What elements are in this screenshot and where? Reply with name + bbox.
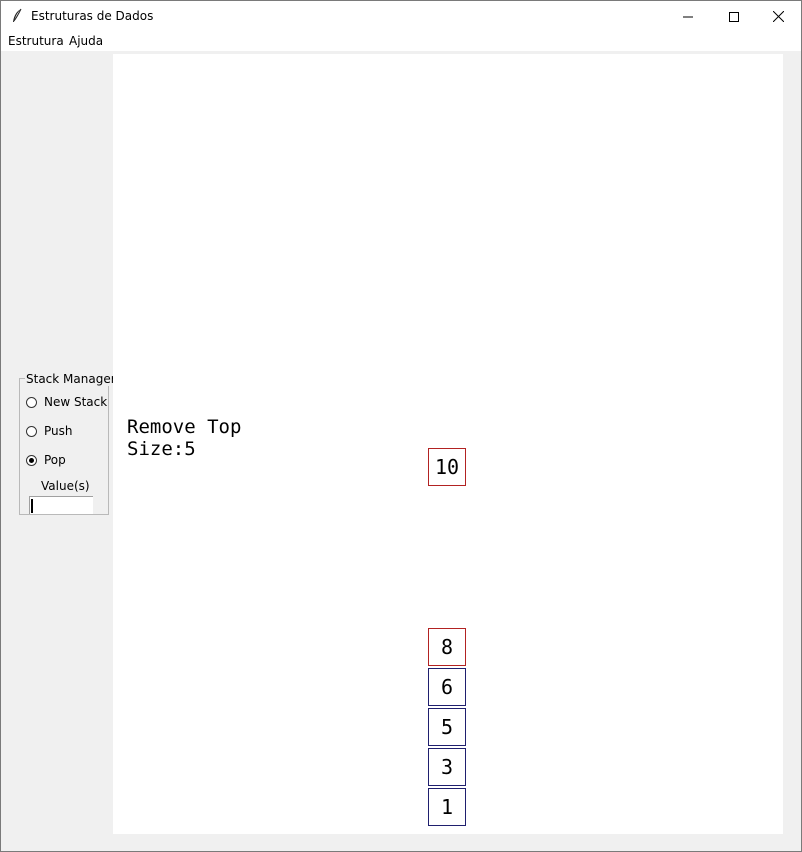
size-label: Size:5: [127, 438, 196, 460]
operation-label: Remove Top: [127, 416, 242, 438]
stack-manager-title: Stack Manager: [25, 372, 117, 386]
radio-push[interactable]: Push: [26, 423, 73, 439]
stack-canvas: Remove Top Size:5 10 8 6 5 3 1: [113, 54, 783, 834]
radio-label-push: Push: [44, 424, 73, 438]
title-bar: Estruturas de Dados: [1, 1, 801, 31]
radio-label-pop: Pop: [44, 453, 66, 467]
radio-label-new-stack: New Stack: [44, 395, 108, 409]
app-window: Estruturas de Dados Estrutura Ajuda Stac…: [0, 0, 802, 852]
values-input[interactable]: [29, 496, 93, 514]
maximize-icon: [729, 7, 739, 26]
window-title: Estruturas de Dados: [31, 9, 154, 23]
menu-bar: Estrutura Ajuda: [1, 31, 801, 51]
feather-icon: [11, 8, 23, 24]
text-cursor: [31, 499, 33, 513]
stack-node-top: 8: [428, 628, 466, 666]
menu-estrutura[interactable]: Estrutura: [8, 34, 64, 48]
radio-new-stack[interactable]: New Stack: [26, 394, 107, 410]
radio-button[interactable]: [26, 425, 37, 437]
stack-node-bottom: 1: [428, 788, 466, 826]
popped-node: 10: [428, 448, 466, 486]
stack-node: 6: [428, 668, 466, 706]
close-button[interactable]: [755, 1, 801, 31]
stack-node: 5: [428, 708, 466, 746]
maximize-button[interactable]: [711, 1, 757, 31]
radio-button[interactable]: [26, 454, 37, 466]
minimize-icon: [683, 7, 693, 26]
stack-node: 3: [428, 748, 466, 786]
minimize-button[interactable]: [665, 1, 711, 31]
close-icon: [772, 7, 784, 26]
radio-pop[interactable]: Pop: [26, 452, 66, 468]
radio-button[interactable]: [26, 396, 37, 408]
menu-ajuda[interactable]: Ajuda: [69, 34, 103, 48]
values-label: Value(s): [41, 479, 90, 493]
